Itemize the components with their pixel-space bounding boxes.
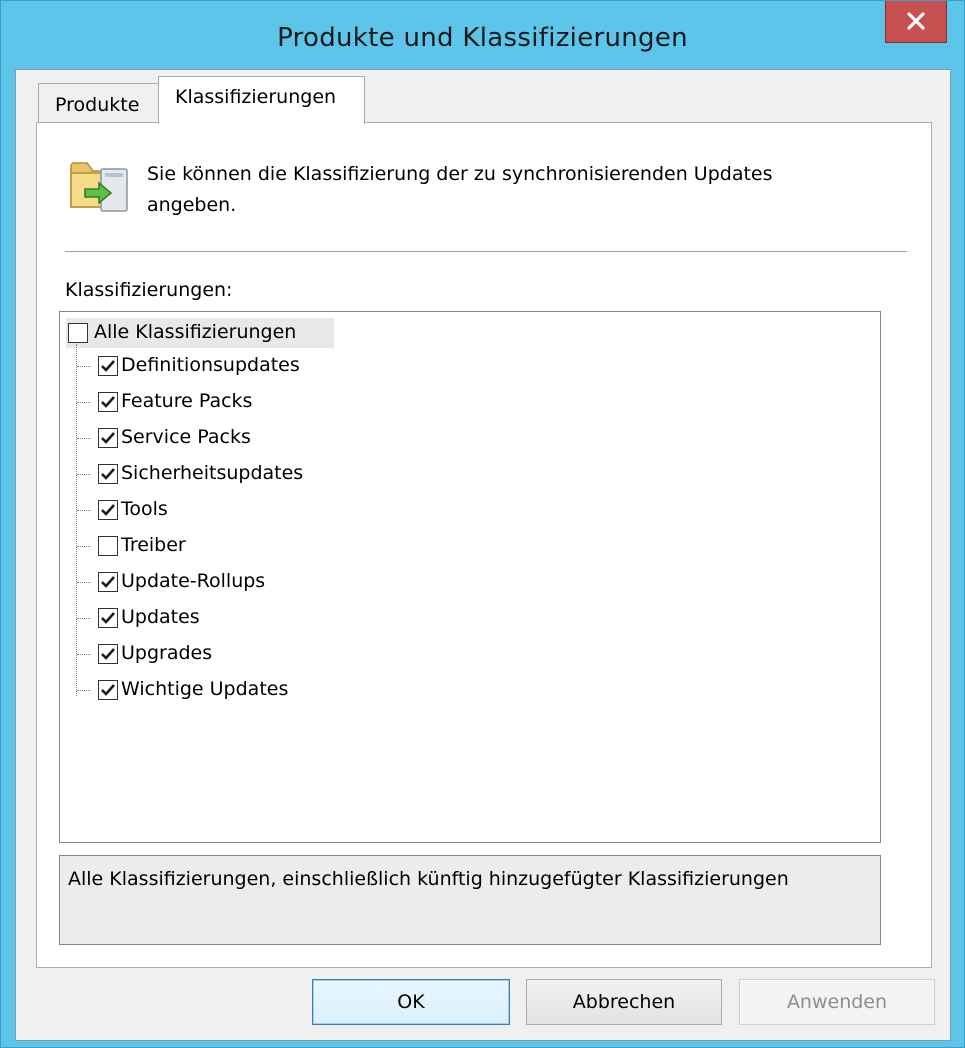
tree-item-definitionsupdates[interactable]: Definitionsupdates	[121, 354, 300, 376]
tree-connector	[77, 438, 91, 439]
tree-connector	[77, 474, 91, 475]
tree-connector	[77, 618, 91, 619]
apply-button[interactable]: Anwenden	[739, 979, 935, 1025]
tree-connector-line	[76, 344, 77, 696]
dialog-client-area: Produkte Klassifizierungen Sie können di…	[15, 69, 951, 1041]
checkbox-checked[interactable]	[98, 680, 118, 700]
tree-item-update-rollups[interactable]: Update-Rollups	[121, 570, 265, 592]
tree-item-sicherheitsupdates[interactable]: Sicherheitsupdates	[121, 462, 303, 484]
tree-item-alle-klassifizierungen[interactable]: Alle Klassifizierungen	[66, 318, 334, 348]
close-button[interactable]	[885, 1, 947, 43]
tab-produkte[interactable]: Produkte	[38, 83, 160, 123]
folder-sync-icon	[67, 149, 131, 215]
tree-item-wichtige-updates[interactable]: Wichtige Updates	[121, 678, 288, 700]
tree-connector	[77, 510, 91, 511]
checkbox-checked[interactable]	[98, 392, 118, 412]
tree-item-label: Alle Klassifizierungen	[94, 321, 297, 343]
tree-item-upgrades[interactable]: Upgrades	[121, 642, 212, 664]
dialog-window: Produkte und Klassifizierungen Produkte …	[0, 0, 965, 1048]
checkbox-checked[interactable]	[98, 464, 118, 484]
tree-connector	[77, 582, 91, 583]
tree-item-service-packs[interactable]: Service Packs	[121, 426, 251, 448]
tab-panel-klassifizierungen: Sie können die Klassifizierung der zu sy…	[36, 122, 932, 968]
separator	[65, 251, 907, 252]
checkbox-checked[interactable]	[98, 428, 118, 448]
tree-item-feature-packs[interactable]: Feature Packs	[121, 390, 252, 412]
classification-tree[interactable]: Alle Klassifizierungen Definitionsupdate…	[59, 311, 881, 843]
cancel-button[interactable]: Abbrechen	[526, 979, 722, 1025]
tab-klassifizierungen[interactable]: Klassifizierungen	[158, 76, 365, 124]
tree-item-updates[interactable]: Updates	[121, 606, 200, 628]
checkbox-checked[interactable]	[98, 500, 118, 520]
checkbox-checked[interactable]	[98, 644, 118, 664]
close-icon	[907, 12, 925, 30]
checkbox-unchecked[interactable]	[98, 536, 118, 556]
ok-button[interactable]: OK	[312, 979, 510, 1025]
description-box: Alle Klassifizierungen, einschließlich k…	[59, 855, 881, 945]
checkbox-checked[interactable]	[98, 608, 118, 628]
classification-list-label: Klassifizierungen:	[65, 279, 233, 301]
checkbox-checked[interactable]	[98, 572, 118, 592]
tree-item-tools[interactable]: Tools	[121, 498, 168, 520]
tree-item-treiber[interactable]: Treiber	[121, 534, 186, 556]
checkbox-checked[interactable]	[98, 356, 118, 376]
window-title: Produkte und Klassifizierungen	[277, 23, 688, 53]
tree-connector	[77, 366, 91, 367]
checkbox-unchecked[interactable]	[68, 323, 88, 343]
tree-connector	[77, 654, 91, 655]
info-text: Sie können die Klassifizierung der zu sy…	[147, 163, 773, 216]
tree-connector	[77, 546, 91, 547]
tree-connector	[77, 690, 91, 691]
tree-connector	[77, 402, 91, 403]
